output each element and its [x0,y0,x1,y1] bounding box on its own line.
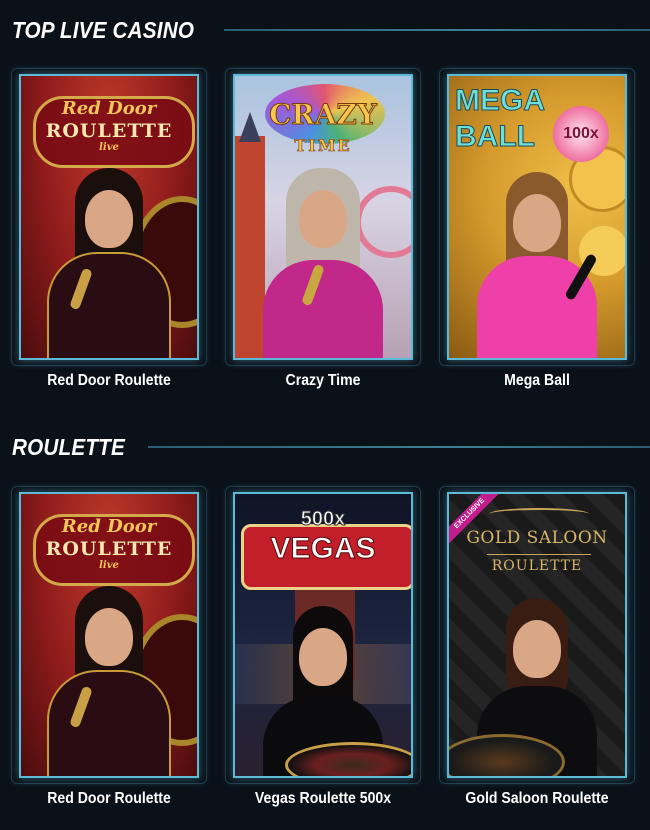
logo-live: live [99,142,119,153]
logo-crazy: CRAZY [269,98,378,132]
game-thumbnail[interactable]: CRAZY TIME [233,74,413,360]
host-image [248,168,398,358]
game-title[interactable]: Mega Ball [451,372,623,390]
logo-red: Red [61,98,101,119]
logo-time: TIME [294,136,352,156]
game-title[interactable]: Vegas Roulette 500x [237,790,409,808]
game-thumbnail[interactable]: Red Door ROULETTE live [19,74,199,360]
section-header: ROULETTE [12,432,650,462]
host-image [34,586,184,776]
logo-roulette: ROULETTE [491,558,583,574]
game-thumbnail[interactable]: 500x VEGAS ROULETTE [233,492,413,778]
logo-door: Door [107,98,157,119]
logo-500x: 500x [300,508,346,531]
game-title[interactable]: Gold Saloon Roulette [451,790,623,808]
logo-vegas: VEGAS [270,532,376,566]
game-title[interactable]: Red Door Roulette [23,372,195,390]
game-thumbnail[interactable]: MEGA BALL 100x [447,74,627,360]
game-title[interactable]: Red Door Roulette [23,790,195,808]
logo-badge-100x: 100x [553,106,609,162]
logo-roulette: ROULETTE [290,572,356,582]
logo-door: Door [107,516,157,537]
game-thumbnail[interactable]: EXCLUSIVE GOLD SALOON ROULETTE [447,492,627,778]
section-title: ROULETTE [12,433,125,460]
game-title[interactable]: Crazy Time [237,372,409,390]
game-thumbnail[interactable]: Red Door ROULETTE live [19,492,199,778]
logo-gold-saloon: GOLD SALOON [466,528,608,548]
logo-roulette: ROULETTE [45,120,173,142]
logo-roulette: ROULETTE [45,538,173,560]
section-divider [224,29,650,31]
section-header: TOP LIVE CASINO [12,15,650,45]
logo-live: live [99,560,119,571]
host-image [34,168,184,358]
logo-red: Red [61,516,101,537]
section-title: TOP LIVE CASINO [12,16,195,43]
section-divider [147,446,650,448]
host-image [462,172,612,358]
